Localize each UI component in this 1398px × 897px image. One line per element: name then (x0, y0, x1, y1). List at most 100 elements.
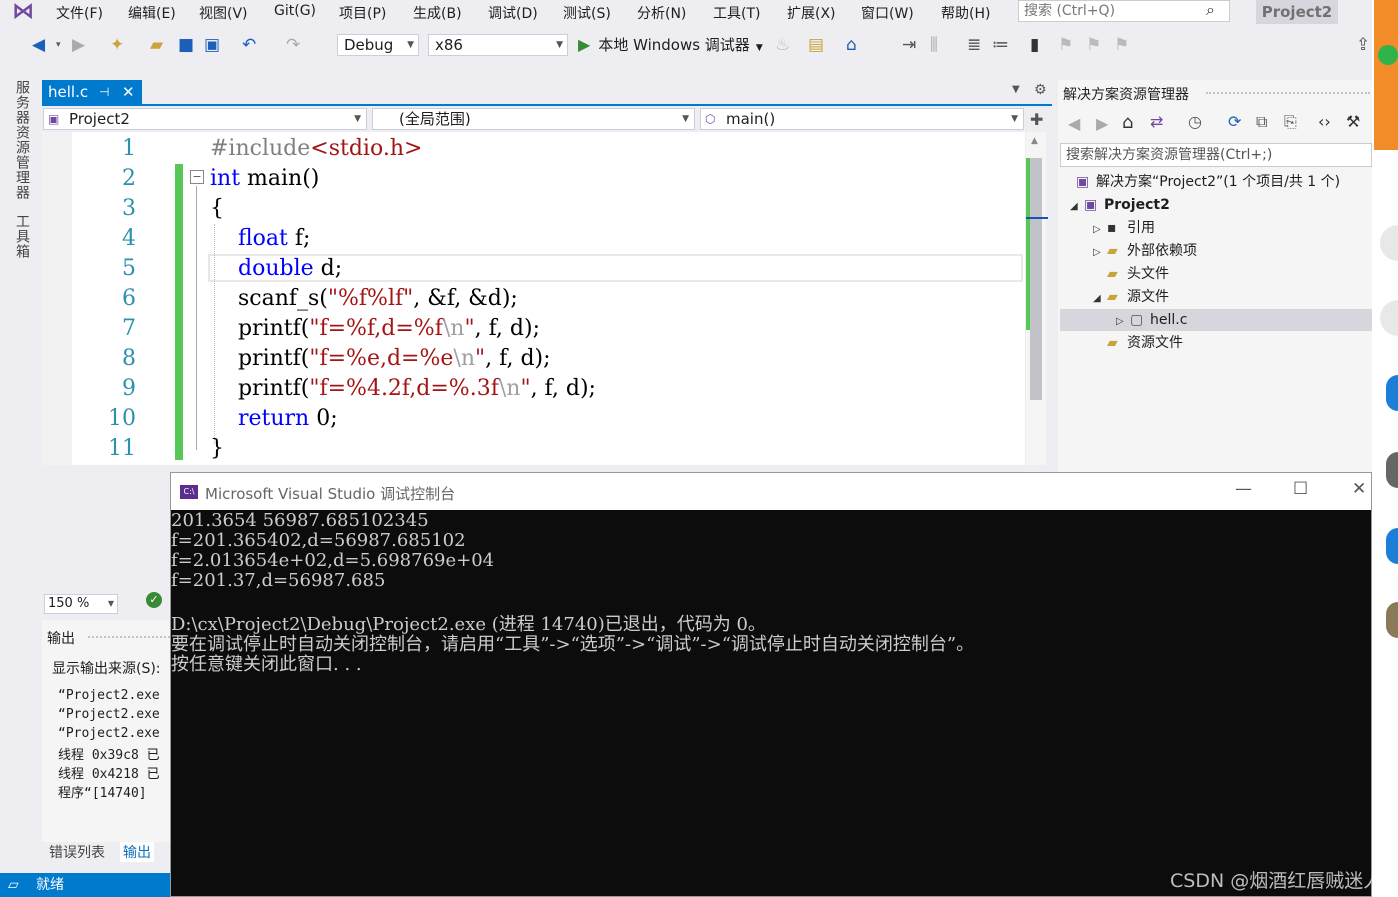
menu-view[interactable]: 视图(V) (199, 3, 248, 23)
maximize-icon[interactable]: ☐ (1293, 479, 1308, 499)
menu-test[interactable]: 测试(S) (563, 3, 611, 23)
next-bookmark-icon[interactable]: ⚑ (1086, 35, 1101, 55)
bookmark-icon[interactable]: ▮ (1030, 35, 1039, 55)
collapse-all-icon[interactable]: ⧉ (1256, 112, 1267, 132)
menu-window[interactable]: 窗口(W) (861, 3, 914, 23)
collapsed-arrow-icon[interactable]: ▷ (1093, 220, 1107, 240)
share-icon[interactable]: ⇪ (1356, 35, 1370, 55)
clear-bookmarks-icon[interactable]: ⚑ (1114, 35, 1129, 55)
tree-item-resource-files[interactable]: ▰ 资源文件 (1107, 333, 1183, 353)
menu-build[interactable]: 生成(B) (413, 3, 462, 23)
new-project-icon[interactable]: ✦ (110, 35, 124, 55)
tree-item-source-files[interactable]: ◢ ▰ 源文件 (1093, 287, 1169, 309)
chevron-down-icon: ▼ (107, 599, 114, 608)
prev-bookmark-icon[interactable]: ⚑ (1058, 35, 1073, 55)
tab-underline (42, 104, 1052, 106)
menu-analyze[interactable]: 分析(N) (637, 3, 686, 23)
code-line-10: return 0; (237, 406, 338, 431)
scrollbar-thumb[interactable] (1030, 158, 1042, 400)
scope-nav-dropdown[interactable]: (全局范围) ▼ (372, 108, 695, 130)
settings-gear-icon[interactable]: ⚙ (1034, 82, 1047, 98)
undo-icon[interactable]: ↶ (242, 35, 256, 55)
tree-item-external-deps[interactable]: ▷ ▰ 外部依赖项 (1093, 241, 1197, 263)
tree-label: 引用 (1127, 220, 1155, 236)
menu-tools[interactable]: 工具(T) (713, 3, 760, 23)
save-all-icon[interactable]: ▣ (204, 35, 220, 55)
properties-wrench-icon[interactable]: ⚒ (1346, 112, 1360, 131)
start-debugging-button[interactable]: ▶ 本地 Windows 调试器 ▼ (578, 34, 763, 56)
watermark: CSDN @烟酒红唇贼迷人 (1170, 870, 1383, 892)
tab-list-icon[interactable]: ▼ (1012, 84, 1020, 95)
menu-git[interactable]: Git(G) (274, 3, 316, 19)
configuration-dropdown[interactable]: Debug ▼ (337, 34, 419, 56)
solution-search-input[interactable]: 搜索解决方案资源管理器(Ctrl+;) (1060, 143, 1372, 167)
hot-reload-icon[interactable]: ♨ (775, 35, 790, 55)
tab-error-list[interactable]: 错误列表 (49, 842, 105, 862)
step-icon[interactable]: ⇥ (902, 35, 916, 55)
menu-edit[interactable]: 编辑(E) (128, 3, 176, 23)
menu-debug[interactable]: 调试(D) (488, 3, 538, 23)
scroll-up-icon[interactable]: ▲ (1031, 136, 1038, 146)
back-icon[interactable]: ◀ (32, 35, 45, 55)
pin-icon[interactable]: ⊣ (99, 80, 109, 104)
start-debugging-label: 本地 Windows 调试器 (598, 36, 750, 54)
split-editor-icon[interactable]: ✚ (1030, 110, 1043, 129)
output-source-label: 显示输出来源(S): (52, 661, 161, 677)
function-nav-dropdown[interactable]: ⬡ main() ▼ (700, 108, 1024, 130)
open-folder-icon[interactable]: ▰ (150, 35, 163, 55)
tab-output[interactable]: 输出 (120, 842, 154, 862)
tree-item-references[interactable]: ▷ ▪ 引用 (1093, 218, 1155, 240)
switch-views-icon[interactable]: ⇄ (1150, 112, 1163, 131)
server-explorer-tab[interactable]: 服务器资源管理器 (12, 80, 32, 200)
tree-item-header-files[interactable]: ▰ 头文件 (1107, 264, 1169, 284)
close-icon[interactable]: ✕ (1352, 479, 1366, 499)
back-icon[interactable]: ◀ (1068, 114, 1080, 133)
save-icon[interactable]: ■ (178, 35, 194, 55)
back-dropdown-icon[interactable]: ▾ (56, 35, 61, 55)
home-icon[interactable]: ⌂ (1122, 112, 1133, 133)
collapse-toggle-icon[interactable]: − (190, 170, 204, 184)
close-icon[interactable]: ✕ (122, 80, 135, 104)
zoom-dropdown[interactable]: 150 % ▼ (44, 594, 118, 614)
browse-folder-icon[interactable]: ▤ (808, 35, 824, 55)
toolbox-tab[interactable]: 工具箱 (12, 214, 32, 259)
document-tab-hell-c[interactable]: hell.c ⊣ ✕ (42, 80, 142, 105)
menu-help[interactable]: 帮助(H) (941, 3, 990, 23)
copy-icon[interactable]: ⎘ (1284, 112, 1297, 132)
menu-project[interactable]: 项目(P) (339, 3, 386, 23)
indent-icon[interactable]: ≣ (967, 35, 981, 55)
no-issues-check-icon[interactable]: ✓ (146, 592, 162, 608)
expanded-arrow-icon[interactable]: ◢ (1070, 197, 1084, 217)
home-icon[interactable]: ⌂ (846, 35, 857, 55)
menu-file[interactable]: 文件(F) (56, 3, 103, 23)
redo-icon[interactable]: ↷ (286, 35, 300, 55)
forward-icon[interactable]: ▶ (1096, 114, 1108, 133)
menu-extensions[interactable]: 扩展(X) (787, 3, 836, 23)
minimize-icon[interactable]: — (1235, 479, 1252, 499)
collapsed-arrow-icon[interactable]: ▷ (1093, 243, 1107, 263)
line-number: 4 (122, 226, 136, 251)
code-line-7: printf("f=%f,d=%f\n", f, d); (210, 316, 540, 341)
tree-item-solution[interactable]: ▣ 解决方案“Project2”(1 个项目/共 1 个) (1076, 172, 1340, 192)
background-panel-orange (1374, 0, 1398, 150)
tree-item-project[interactable]: ◢ ▣ Project2 (1070, 195, 1170, 217)
tree-label: 源文件 (1127, 289, 1169, 305)
forward-icon[interactable]: ▶ (72, 35, 85, 55)
history-icon[interactable]: ◷ (1188, 112, 1202, 131)
line-number: 3 (122, 196, 136, 221)
console-title-bar[interactable]: C:\ Microsoft Visual Studio 调试控制台 — ☐ ✕ (171, 473, 1371, 510)
visual-studio-logo-icon[interactable]: ⋈ (12, 0, 42, 24)
sync-icon[interactable]: ⟳ (1228, 112, 1241, 131)
function-cube-icon: ⬡ (705, 112, 716, 126)
align-icon[interactable]: ⫼ (930, 35, 938, 55)
tree-item-hell-c[interactable]: ▷ ▢ hell.c (1116, 310, 1187, 332)
expanded-arrow-icon[interactable]: ◢ (1093, 289, 1107, 309)
platform-dropdown[interactable]: x86 ▼ (428, 34, 568, 56)
search-input[interactable]: 搜索 (Ctrl+Q) (1018, 0, 1230, 22)
search-icon[interactable]: ⌕ (1206, 0, 1215, 20)
code-view-icon[interactable]: ‹› (1318, 112, 1331, 131)
collapsed-arrow-icon[interactable]: ▷ (1116, 312, 1130, 332)
project-nav-dropdown[interactable]: ▣ Project2 ▼ (43, 108, 367, 130)
comment-icon[interactable]: ≔ (992, 35, 1009, 55)
background-avatar-icon (1386, 602, 1398, 638)
